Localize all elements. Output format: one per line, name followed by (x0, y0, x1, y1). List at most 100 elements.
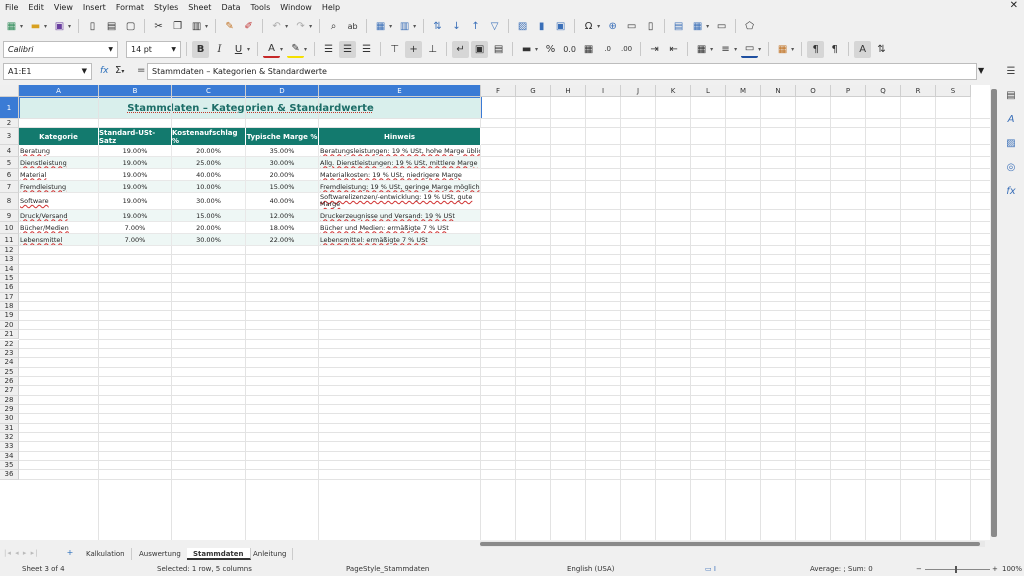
column-header[interactable]: Q (866, 85, 901, 97)
sheet-tab-kalkulation[interactable]: Kalkulation (80, 548, 132, 560)
row-header[interactable]: 34 (0, 451, 19, 462)
menu-item-view[interactable]: View (49, 3, 78, 12)
sum-icon[interactable]: Σ▾ (115, 65, 124, 76)
row-header[interactable]: 4 (0, 145, 19, 157)
menu-item-tools[interactable]: Tools (246, 3, 276, 12)
font-color-icon[interactable]: A (263, 41, 281, 58)
status-language[interactable]: English (USA) (567, 565, 614, 573)
zoom-slider-knob[interactable] (955, 566, 957, 573)
row-header[interactable]: 16 (0, 283, 19, 293)
row-header[interactable]: 14 (0, 264, 19, 275)
merge-center-icon[interactable]: ▣ (471, 40, 489, 58)
row-header[interactable]: 20 (0, 320, 19, 331)
header-cell[interactable]: Standard-USt-Satz (99, 128, 172, 145)
unmerge-icon[interactable]: ▤ (490, 41, 507, 58)
close-document-icon[interactable]: ✕ (1010, 0, 1018, 11)
vertical-scrollbar[interactable] (990, 85, 998, 540)
font-size-box[interactable]: 14 pt ▼ (126, 40, 181, 58)
row-header[interactable]: 12 (0, 246, 19, 256)
select-all-corner[interactable] (0, 85, 19, 97)
show-draw-functions-icon[interactable]: ⬠ (741, 18, 758, 35)
row-header[interactable]: 17 (0, 292, 19, 303)
zoom-level[interactable]: 100% (1002, 565, 1022, 573)
row-header[interactable]: 18 (0, 302, 19, 312)
header-cell[interactable]: Kostenaufschlag % (172, 128, 246, 145)
delete-decimal-icon[interactable]: .00 (618, 41, 635, 58)
clear-formatting-icon[interactable]: ✐ (240, 18, 257, 35)
open-folder-icon[interactable]: ▬ (27, 18, 44, 35)
data-cell[interactable]: Dienstleistung (19, 157, 99, 169)
pivot-table-icon[interactable]: ▣ (552, 18, 569, 35)
print-icon[interactable]: ▤ (103, 18, 120, 35)
text-orientation-horizontal-icon[interactable]: A (854, 40, 872, 58)
copy-icon[interactable]: ❐ (169, 18, 186, 35)
column-header[interactable]: H (551, 85, 586, 97)
zoom-slider[interactable] (925, 569, 990, 570)
spreadsheet-grid[interactable]: Stammdaten – Kategorien & Standardwerte … (0, 85, 990, 540)
row-header[interactable]: 36 (0, 470, 19, 480)
data-cell[interactable]: Beratungsleistungen: 19 % USt, hohe Marg… (319, 145, 481, 157)
data-cell[interactable]: Materialkosten: 19 % USt, niedrigere Mar… (319, 169, 481, 181)
text-direction-ltr-icon[interactable]: ¶ (807, 40, 825, 58)
save-icon[interactable]: ▣ (51, 18, 68, 35)
wrap-text-icon[interactable]: ↵ (452, 40, 470, 58)
align-top-icon[interactable]: ⊤ (386, 41, 403, 58)
navigator-icon[interactable]: ◎ (1003, 162, 1019, 178)
italic-icon[interactable]: I (211, 41, 228, 58)
zoom-out-icon[interactable]: − (916, 565, 922, 573)
selection-mode-icon[interactable]: ▭ I (705, 565, 716, 573)
menu-item-styles[interactable]: Styles (149, 3, 183, 12)
column-header[interactable]: P (831, 85, 866, 97)
vertical-scrollbar-thumb[interactable] (991, 89, 997, 537)
row-header[interactable]: 28 (0, 395, 19, 405)
data-cell[interactable]: 19.00% (99, 169, 172, 181)
row-header[interactable]: 1 (0, 97, 19, 119)
functions-icon[interactable]: fx (1003, 186, 1019, 202)
data-cell[interactable]: 40.00% (246, 193, 319, 210)
row-header[interactable]: 6 (0, 169, 19, 181)
column-header[interactable]: F (481, 85, 516, 97)
menu-item-sheet[interactable]: Sheet (183, 3, 216, 12)
add-decimal-icon[interactable]: .0 (599, 41, 616, 58)
status-sum[interactable]: Average: ; Sum: 0 (810, 565, 873, 573)
data-cell[interactable]: 15.00% (172, 210, 246, 222)
data-cell[interactable]: Softwarelizenzen/-entwicklung: 19 % USt,… (319, 193, 481, 210)
data-cell[interactable]: Lebensmittel: ermäßigte 7 % USt (319, 234, 481, 246)
data-cell[interactable]: Druck/Versand (19, 210, 99, 222)
expand-formula-bar-icon[interactable]: ▼ (978, 66, 984, 75)
undo-icon[interactable]: ↶ (268, 18, 285, 35)
data-cell[interactable]: Fremdleistung (19, 181, 99, 193)
sort-ascending-icon[interactable]: ↓ (448, 18, 465, 35)
formula-input[interactable]: Stammdaten – Kategorien & Standardwerte (147, 63, 977, 80)
currency-format-icon[interactable]: ▬ (518, 41, 535, 58)
align-right-icon[interactable]: ☰ (358, 41, 375, 58)
sort-icon[interactable]: ⇅ (429, 18, 446, 35)
number-format-icon[interactable]: 0.0 (561, 41, 578, 58)
column-header[interactable]: J (621, 85, 656, 97)
column-header[interactable]: R (901, 85, 936, 97)
borders-icon[interactable]: ▦ (693, 41, 710, 58)
row-header[interactable]: 8 (0, 193, 19, 210)
styles-icon[interactable]: A (1003, 114, 1019, 130)
sheet-tab-stammdaten[interactable]: Stammdaten (187, 548, 251, 560)
menu-item-edit[interactable]: Edit (23, 3, 49, 12)
conditional-format-icon[interactable]: ▦ (774, 41, 791, 58)
border-style-icon[interactable]: ≡ (717, 41, 734, 58)
row-header[interactable]: 29 (0, 404, 19, 415)
data-cell[interactable]: 22.00% (246, 234, 319, 246)
data-cell[interactable]: 40.00% (172, 169, 246, 181)
sheet-tab-auswertung[interactable]: Auswertung (133, 548, 188, 560)
paste-icon[interactable]: ▥ (188, 18, 205, 35)
clone-formatting-icon[interactable]: ✎ (221, 18, 238, 35)
column-header[interactable]: D (246, 85, 319, 97)
row-header[interactable]: 25 (0, 367, 19, 377)
data-cell[interactable]: 10.00% (172, 181, 246, 193)
insert-image-icon[interactable]: ▨ (514, 18, 531, 35)
decrease-indent-icon[interactable]: ⇤ (665, 41, 682, 58)
data-cell[interactable]: Druckerzeugnisse und Versand: 19 % USt (319, 210, 481, 222)
data-cell[interactable]: Beratung (19, 145, 99, 157)
bold-icon[interactable]: B (192, 40, 209, 58)
data-cell[interactable]: 19.00% (99, 145, 172, 157)
data-cell[interactable]: Software (19, 193, 99, 210)
comment-icon[interactable]: ▭ (623, 18, 640, 35)
